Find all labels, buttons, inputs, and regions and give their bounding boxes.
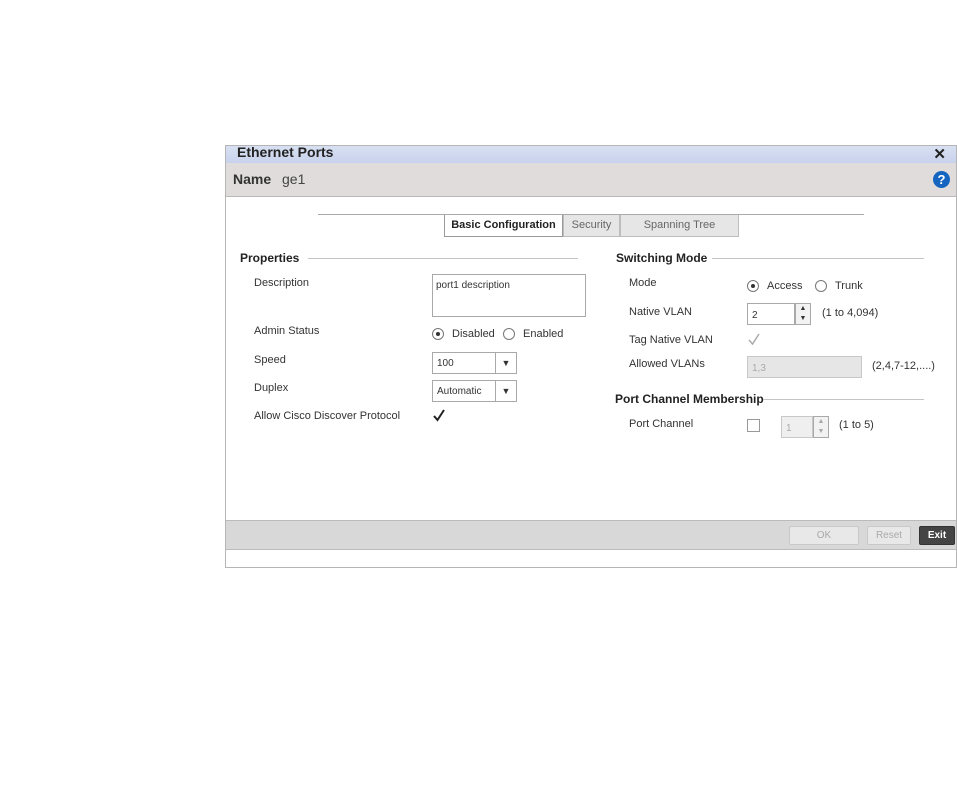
arrow-down-icon[interactable]: ▼ [814,427,828,437]
description-input[interactable]: port1 description [432,274,586,317]
close-icon[interactable]: ✕ [933,145,946,163]
admin-status-label: Admin Status [254,325,320,337]
properties-heading: Properties [240,251,300,265]
allowed-vlans-input[interactable]: 1,3 [747,356,862,378]
allowed-vlans-hint: (2,4,7-12,....) [872,360,935,372]
mode-trunk-label: Trunk [835,280,863,292]
admin-disabled-radio[interactable] [432,328,444,340]
speed-select[interactable]: 100 ▼ [432,352,517,374]
exit-button[interactable]: Exit [919,526,955,545]
tab-basic-configuration[interactable]: Basic Configuration [444,215,563,237]
tab-security[interactable]: Security [563,215,620,237]
chevron-down-icon: ▼ [495,353,516,373]
checkmark-icon [748,333,760,346]
arrow-down-icon[interactable]: ▼ [796,314,810,324]
allowed-vlans-value: 1,3 [752,363,766,374]
cdp-checkbox[interactable] [432,409,445,422]
speed-value: 100 [437,358,454,369]
name-value: ge1 [282,171,306,187]
native-vlan-input[interactable]: 2 [747,303,795,325]
native-vlan-value: 2 [752,310,758,321]
duplex-label: Duplex [254,382,289,394]
tab-spanning-tree[interactable]: Spanning Tree [620,215,739,237]
port-channel-stepper[interactable]: ▲ ▼ [813,416,829,438]
ok-button[interactable]: OK [789,526,859,545]
description-label: Description [254,277,310,289]
port-channel-label: Port Channel [629,418,694,430]
cdp-label: Allow Cisco Discover Protocol [254,410,401,422]
mode-trunk-radio[interactable] [815,280,827,292]
allowed-vlans-label: Allowed VLANs [629,358,705,370]
ethernet-ports-dialog: Ethernet Ports ✕ Name ge1 ? Basic Config… [225,144,957,568]
tag-native-vlan-checkbox[interactable] [747,333,760,346]
admin-disabled-label: Disabled [452,328,495,340]
dialog-title: Ethernet Ports [237,144,334,160]
mode-access-radio[interactable] [747,280,759,292]
title-bar: Ethernet Ports ✕ [226,144,956,163]
dialog-footer: OK Reset Exit [226,520,956,550]
arrow-up-icon[interactable]: ▲ [796,304,810,314]
port-channel-input[interactable]: 1 [781,416,813,438]
mode-label: Mode [629,277,657,289]
port-channel-rule [763,399,924,400]
name-bar: Name ge1 ? [226,163,956,197]
native-vlan-label: Native VLAN [629,306,692,318]
port-channel-checkbox[interactable] [747,419,760,432]
tag-native-vlan-label: Tag Native VLAN [629,334,713,346]
properties-rule [308,258,578,259]
speed-label: Speed [254,354,286,366]
name-label: Name [233,171,272,187]
admin-enabled-radio[interactable] [503,328,515,340]
reset-button[interactable]: Reset [867,526,911,545]
arrow-up-icon[interactable]: ▲ [814,417,828,427]
native-vlan-stepper[interactable]: ▲ ▼ [795,303,811,325]
help-icon[interactable]: ? [933,171,950,188]
port-channel-heading: Port Channel Membership [615,392,764,406]
description-value: port1 description [436,280,510,291]
native-vlan-range: (1 to 4,094) [822,307,879,319]
mode-access-label: Access [767,280,803,292]
port-channel-value: 1 [786,423,792,434]
switching-rule [712,258,924,259]
port-channel-range: (1 to 5) [839,419,874,431]
admin-enabled-label: Enabled [523,328,564,340]
switching-mode-heading: Switching Mode [616,251,708,265]
checkmark-icon [433,409,445,422]
duplex-select[interactable]: Automatic ▼ [432,380,517,402]
duplex-value: Automatic [437,386,482,397]
chevron-down-icon: ▼ [495,381,516,401]
